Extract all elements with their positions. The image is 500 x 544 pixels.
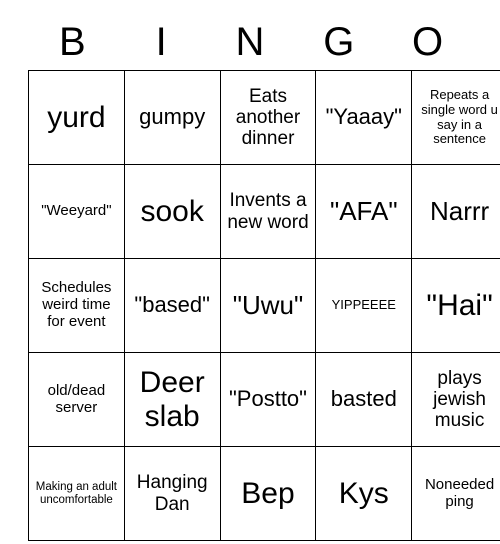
bingo-cell-label: Bep xyxy=(241,476,295,510)
bingo-cell-r3c5[interactable]: "Hai" xyxy=(411,258,500,353)
bingo-cell-r1c1[interactable]: yurd xyxy=(28,70,125,165)
bingo-cell-r3c4[interactable]: YIPPEEEE xyxy=(315,258,413,353)
bingo-cell-label: "Uwu" xyxy=(232,289,304,320)
bingo-cell-r3c3[interactable]: "Uwu" xyxy=(219,258,317,353)
bingo-cell-r4c1[interactable]: old/dead server xyxy=(28,352,125,447)
bingo-cell-r4c5[interactable]: plays jewish music xyxy=(411,352,500,447)
bingo-cell-r1c3[interactable]: Eats another dinner xyxy=(219,70,317,165)
bingo-cell-r3c1[interactable]: Schedules weird time for event xyxy=(28,258,125,353)
bingo-cell-label: plays jewish music xyxy=(433,367,486,432)
bingo-cell-r2c2[interactable]: sook xyxy=(123,164,221,259)
bingo-cell-label: Hanging Dan xyxy=(136,472,208,515)
bingo-cell-label: "based" xyxy=(134,292,210,318)
bingo-cell-label: "Weeyard" xyxy=(41,202,112,220)
bingo-cell-label: Deer slab xyxy=(139,365,205,433)
bingo-row: yurd gumpy Eats another dinner "Yaaay" Repea… xyxy=(28,70,500,165)
bingo-cell-label: "Hai" xyxy=(426,288,493,322)
bingo-cell-label: sook xyxy=(140,194,204,228)
bingo-cell-label: Repeats a single word u say in a sentenc… xyxy=(421,87,498,147)
bingo-cell-label: Kys xyxy=(338,476,389,510)
bingo-cell-r5c3[interactable]: Bep xyxy=(219,446,317,541)
bingo-row: Making an adult uncomfortable Hanging Dan… xyxy=(28,446,500,541)
bingo-cell-label: Invents a new word xyxy=(227,190,309,233)
bingo-cell-label: "AFA" xyxy=(329,195,398,226)
bingo-cell-label: basted xyxy=(330,386,397,412)
bingo-row: old/dead server Deer slab "Postto" basted pl… xyxy=(28,352,500,447)
bingo-cell-r5c4[interactable]: Kys xyxy=(315,446,413,541)
bingo-cell-label: old/dead server xyxy=(47,381,106,416)
bingo-cell-label: YIPPEEEE xyxy=(331,297,396,313)
bingo-header-letter-n: N xyxy=(235,20,265,64)
bingo-cell-label: gumpy xyxy=(139,104,206,130)
bingo-cell-r1c4[interactable]: "Yaaay" xyxy=(315,70,413,165)
bingo-cell-r5c2[interactable]: Hanging Dan xyxy=(123,446,221,541)
bingo-cell-r5c1[interactable]: Making an adult uncomfortable xyxy=(28,446,125,541)
bingo-cell-r4c3[interactable]: "Postto" xyxy=(219,352,317,447)
bingo-cell-label: Narrr xyxy=(429,195,490,226)
bingo-cell-label: "Postto" xyxy=(228,386,307,412)
bingo-cell-label: Schedules weird time for event xyxy=(41,279,112,330)
bingo-header-letter-b: B xyxy=(59,20,86,64)
bingo-cell-label: Making an adult uncomfortable xyxy=(35,480,117,506)
bingo-cell-r2c4[interactable]: "AFA" xyxy=(315,164,413,259)
bingo-grid-body: yurd gumpy Eats another dinner "Yaaay" Repea… xyxy=(28,70,500,541)
bingo-cell-r5c5[interactable]: Noneeded ping xyxy=(411,446,500,541)
bingo-card: B I N G O yurd gumpy Eats another dinner "Yaaay… xyxy=(28,14,500,541)
bingo-cell-r4c4[interactable]: basted xyxy=(315,352,413,447)
bingo-cell-label: Eats another dinner xyxy=(235,85,301,150)
bingo-header-letter-o: O xyxy=(412,20,444,64)
bingo-cell-label: "Yaaay" xyxy=(325,104,402,130)
bingo-header-letter-g: G xyxy=(323,20,355,64)
bingo-cell-r1c2[interactable]: gumpy xyxy=(123,70,221,165)
bingo-grid: yurd gumpy Eats another dinner "Yaaay" Repea… xyxy=(28,70,500,541)
bingo-row: "Weeyard" sook Invents a new word "AFA" Narr… xyxy=(28,164,500,259)
bingo-header-letter-i: I xyxy=(155,20,167,64)
bingo-cell-label: Noneeded ping xyxy=(424,475,495,510)
bingo-row: Schedules weird time for event "based" "Uw… xyxy=(28,258,500,353)
bingo-cell-r3c2[interactable]: "based" xyxy=(123,258,221,353)
bingo-cell-r2c5[interactable]: Narrr xyxy=(411,164,500,259)
bingo-cell-r4c2[interactable]: Deer slab xyxy=(123,352,221,447)
bingo-header-row: BINGO xyxy=(28,14,472,70)
bingo-cell-r2c3[interactable]: Invents a new word xyxy=(219,164,317,259)
bingo-cell-label: yurd xyxy=(47,100,106,134)
bingo-cell-r2c1[interactable]: "Weeyard" xyxy=(28,164,125,259)
bingo-cell-r1c5[interactable]: Repeats a single word u say in a sentenc… xyxy=(411,70,500,165)
